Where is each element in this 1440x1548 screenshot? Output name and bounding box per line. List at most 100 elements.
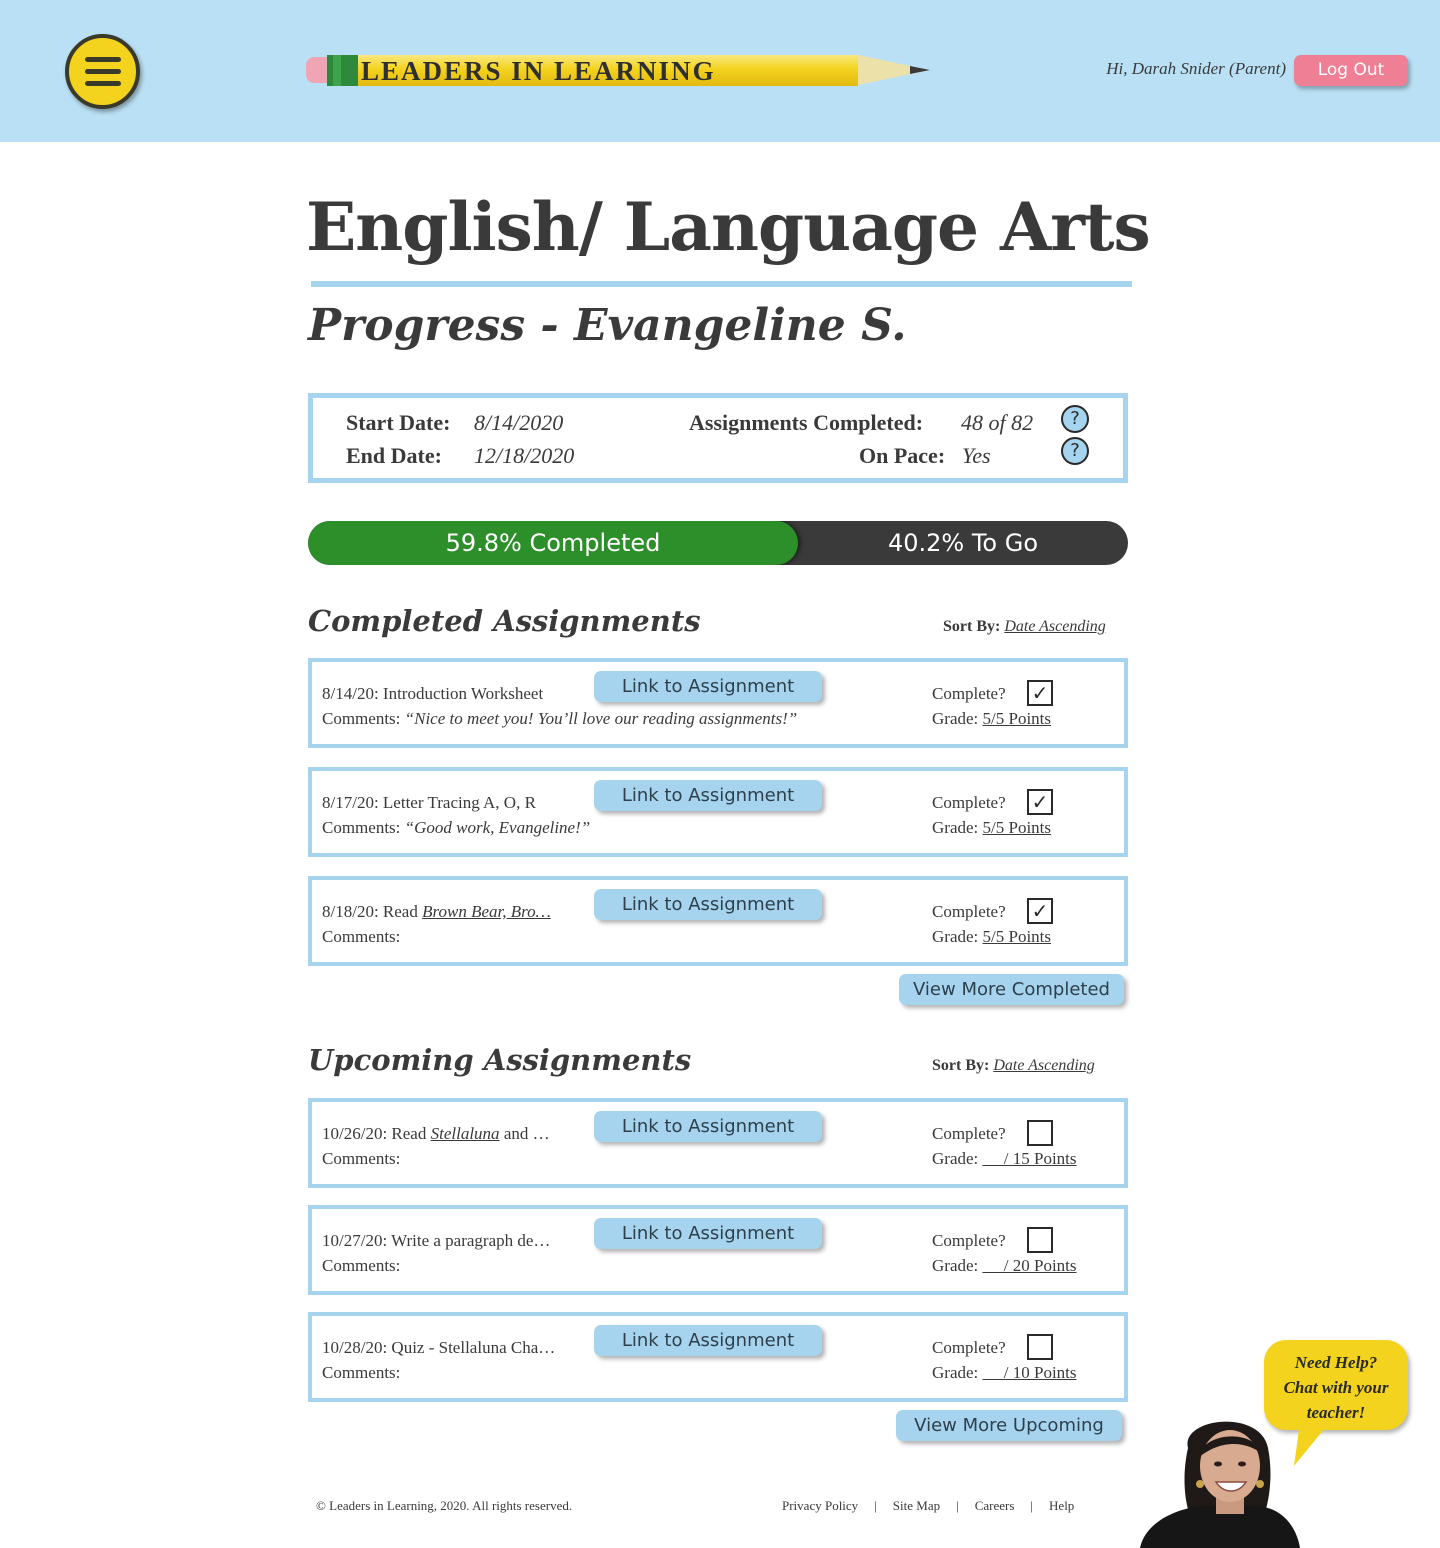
grade-info: Grade: 5/5 Points	[932, 709, 1052, 728]
help-icon[interactable]: ?	[1061, 437, 1089, 465]
hamburger-menu-icon[interactable]	[65, 34, 140, 109]
complete-label: Complete?	[932, 1338, 1006, 1357]
upcoming-sort-control: Sort By: Date Ascending	[932, 1057, 1095, 1075]
logo-text: LEADERS IN LEARNING	[361, 56, 716, 86]
completed-section-title: Completed Assignments	[308, 604, 701, 638]
view-more-upcoming-button[interactable]: View More Upcoming	[896, 1410, 1122, 1441]
grade-link[interactable]: 5/5 Points	[983, 818, 1052, 837]
grade-info: Grade: __ / 15 Points	[932, 1149, 1077, 1168]
assignments-completed-label: Assignments Completed:	[689, 410, 924, 435]
grade-link[interactable]: 5/5 Points	[983, 709, 1052, 728]
teacher-avatar-icon[interactable]	[1140, 1408, 1300, 1548]
end-date-label: End Date:	[346, 443, 442, 468]
pencil-logo[interactable]: LEADERS IN LEARNING	[306, 54, 930, 88]
link-to-assignment-button[interactable]: Link to Assignment	[594, 1218, 822, 1249]
page-subtitle: Progress - Evangeline S.	[308, 300, 907, 351]
on-pace-value: Yes	[962, 443, 991, 468]
user-greeting: Hi, Darah Snider (Parent)	[1106, 59, 1286, 78]
sort-dropdown[interactable]: Date Ascending	[1004, 618, 1105, 635]
progress-completed-text: 59.8% Completed	[445, 529, 661, 557]
assignment-comments: Comments:	[322, 1256, 401, 1275]
complete-checkbox[interactable]	[1027, 1334, 1053, 1360]
chat-help-text: Need Help? Chat with your teacher!	[1283, 1353, 1389, 1422]
assignment-comments: Comments: “Good work, Evangeline!”	[322, 818, 591, 837]
logout-button[interactable]: Log Out	[1294, 55, 1408, 86]
complete-label: Complete?	[932, 1124, 1006, 1143]
assignment-title: 10/27/20: Write a paragraph de…	[322, 1231, 551, 1250]
assignment-title-link[interactable]: Stellaluna	[431, 1124, 500, 1143]
footer-links: Privacy Policy | Site Map | Careers | He…	[782, 1498, 1074, 1514]
link-to-assignment-button[interactable]: Link to Assignment	[594, 671, 822, 702]
teacher-avatar-illustration	[1140, 1421, 1300, 1548]
assignment-comments: Comments: “Nice to meet you! You’ll love…	[322, 709, 798, 728]
assignment-comments: Comments:	[322, 1363, 401, 1382]
footer-link-careers[interactable]: Careers	[975, 1498, 1015, 1514]
footer-separator: |	[956, 1498, 959, 1513]
complete-checkbox[interactable]: ✓	[1027, 898, 1053, 924]
page-title: English/ Language Arts	[306, 188, 1151, 266]
link-to-assignment-button[interactable]: Link to Assignment	[594, 889, 822, 920]
assignment-card: 10/26/20: Read Stellaluna and … Comments…	[308, 1098, 1128, 1188]
menu-bar	[84, 57, 121, 62]
pencil-ferrule	[327, 55, 359, 86]
menu-bar	[84, 69, 121, 74]
speech-bubble-tail	[1283, 1422, 1331, 1466]
view-more-completed-button[interactable]: View More Completed	[899, 974, 1124, 1005]
assignment-card: 10/28/20: Quiz - Stellaluna Cha… Comment…	[308, 1312, 1128, 1402]
complete-label: Complete?	[932, 1231, 1006, 1250]
assignment-comments: Comments:	[322, 927, 401, 946]
end-date-value: 12/18/2020	[474, 443, 575, 468]
grade-link[interactable]: __ / 20 Points	[983, 1256, 1077, 1275]
grade-info: Grade: __ / 20 Points	[932, 1256, 1077, 1275]
complete-label: Complete?	[932, 902, 1006, 921]
grade-link[interactable]: 5/5 Points	[983, 927, 1052, 946]
start-date-label: Start Date:	[346, 410, 451, 435]
assignment-title: 10/26/20: Read Stellaluna and …	[322, 1124, 550, 1143]
sort-label: Sort By:	[932, 1057, 990, 1074]
help-icon[interactable]: ?	[1061, 405, 1089, 433]
link-to-assignment-button[interactable]: Link to Assignment	[594, 780, 822, 811]
complete-label: Complete?	[932, 793, 1006, 812]
assignment-title: 8/14/20: Introduction Worksheet	[322, 684, 544, 703]
progress-remaining-text: 40.2% To Go	[887, 529, 1039, 557]
footer-separator: |	[874, 1498, 877, 1513]
assignment-title: 8/18/20: Read Brown Bear, Bro…	[322, 902, 551, 921]
assignment-title-link[interactable]: Brown Bear, Bro…	[422, 902, 551, 921]
footer-link-help[interactable]: Help	[1049, 1498, 1074, 1514]
sort-dropdown[interactable]: Date Ascending	[993, 1057, 1094, 1074]
start-date-value: 8/14/2020	[474, 410, 564, 435]
grade-info: Grade: 5/5 Points	[932, 927, 1052, 946]
grade-link[interactable]: __ / 15 Points	[983, 1149, 1077, 1168]
grade-info: Grade: 5/5 Points	[932, 818, 1052, 837]
complete-checkbox[interactable]: ✓	[1027, 680, 1053, 706]
assignment-card: 8/18/20: Read Brown Bear, Bro… Comments:…	[308, 876, 1128, 966]
complete-checkbox[interactable]	[1027, 1227, 1053, 1253]
complete-checkbox[interactable]: ✓	[1027, 789, 1053, 815]
course-summary-box: Start Date: 8/14/2020 End Date: 12/18/20…	[308, 393, 1128, 483]
grade-link[interactable]: __ / 10 Points	[983, 1363, 1077, 1382]
sort-label: Sort By:	[943, 618, 1001, 635]
assignment-card: 8/14/20: Introduction Worksheet Comments…	[308, 658, 1128, 748]
link-to-assignment-button[interactable]: Link to Assignment	[594, 1325, 822, 1356]
assignment-title: 10/28/20: Quiz - Stellaluna Cha…	[322, 1338, 556, 1357]
completed-sort-control: Sort By: Date Ascending	[943, 618, 1106, 636]
on-pace-label: On Pace:	[859, 443, 946, 468]
footer-copyright: © Leaders in Learning, 2020. All rights …	[316, 1498, 573, 1513]
site-header: LEADERS IN LEARNING Hi, Darah Snider (Pa…	[0, 0, 1440, 142]
chat-with-teacher-bubble[interactable]: Need Help? Chat with your teacher!	[1264, 1340, 1408, 1466]
footer-link-privacy-policy[interactable]: Privacy Policy	[782, 1498, 858, 1514]
title-divider	[311, 281, 1132, 287]
assignments-completed-value: 48 of 82	[961, 410, 1034, 435]
complete-checkbox[interactable]	[1027, 1120, 1053, 1146]
footer-link-site-map[interactable]: Site Map	[893, 1498, 940, 1514]
assignment-card: 8/17/20: Letter Tracing A, O, R Comments…	[308, 767, 1128, 857]
progress-bar: 59.8% Completed 40.2% To Go	[308, 521, 1128, 565]
complete-label: Complete?	[932, 684, 1006, 703]
assignment-title: 8/17/20: Letter Tracing A, O, R	[322, 793, 536, 812]
link-to-assignment-button[interactable]: Link to Assignment	[594, 1111, 822, 1142]
assignment-card: 10/27/20: Write a paragraph de… Comments…	[308, 1205, 1128, 1295]
assignment-comments: Comments:	[322, 1149, 401, 1168]
upcoming-section-title: Upcoming Assignments	[308, 1043, 692, 1077]
pencil-lead	[910, 66, 930, 74]
grade-info: Grade: __ / 10 Points	[932, 1363, 1077, 1382]
